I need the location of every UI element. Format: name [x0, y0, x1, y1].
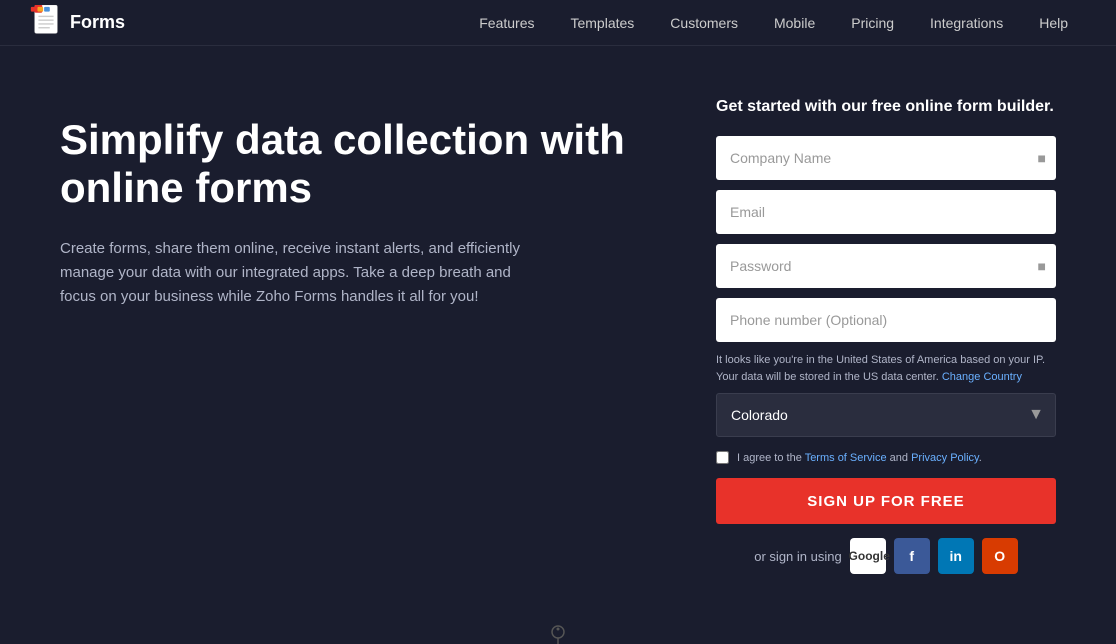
nav-item-mobile[interactable]: Mobile	[756, 0, 833, 46]
form-title: Get started with our free online form bu…	[716, 96, 1056, 118]
nav-item-features[interactable]: Features	[461, 0, 552, 46]
company-icon: ■	[1038, 150, 1046, 166]
email-input[interactable]	[716, 190, 1056, 234]
nav-links: Features Templates Customers Mobile Pric…	[461, 0, 1086, 46]
nav-link-mobile[interactable]: Mobile	[756, 0, 833, 46]
nav-link-customers[interactable]: Customers	[652, 0, 756, 46]
signup-form: Get started with our free online form bu…	[716, 96, 1056, 574]
terms-of-service-link[interactable]: Terms of Service	[805, 452, 887, 464]
facebook-icon: f	[909, 548, 914, 564]
linkedin-icon: in	[949, 548, 961, 564]
google-signin-button[interactable]: Google	[850, 538, 886, 574]
bottom-decor	[0, 614, 1116, 644]
linkedin-signin-button[interactable]: in	[938, 538, 974, 574]
company-name-group: ■	[716, 136, 1056, 180]
social-signin-label: or sign in using	[754, 549, 841, 564]
office-signin-button[interactable]: O	[982, 538, 1018, 574]
nav-link-templates[interactable]: Templates	[552, 0, 652, 46]
company-name-input[interactable]	[716, 136, 1056, 180]
hero-title: Simplify data collection with online for…	[60, 116, 676, 213]
terms-checkbox[interactable]	[716, 451, 729, 464]
phone-group	[716, 298, 1056, 342]
terms-row: I agree to the Terms of Service and Priv…	[716, 451, 1056, 464]
nav-item-customers[interactable]: Customers	[652, 0, 756, 46]
google-label: Google	[849, 549, 890, 563]
change-country-link[interactable]: Change Country	[942, 371, 1022, 383]
location-info-line1: It looks like you're in the United State…	[716, 354, 1045, 366]
location-info: It looks like you're in the United State…	[716, 352, 1056, 385]
location-info-line2: Your data will be stored in the US data …	[716, 371, 939, 383]
nav-item-integrations[interactable]: Integrations	[912, 0, 1021, 46]
password-group: ■	[716, 244, 1056, 288]
nav-link-integrations[interactable]: Integrations	[912, 0, 1021, 46]
privacy-policy-link[interactable]: Privacy Policy	[911, 452, 979, 464]
nav-link-features[interactable]: Features	[461, 0, 552, 46]
hero-description: Create forms, share them online, receive…	[60, 237, 540, 309]
state-select-wrapper: Colorado Alabama Alaska Arizona Californ…	[716, 393, 1056, 437]
phone-input[interactable]	[716, 298, 1056, 342]
terms-text: I agree to the Terms of Service and Priv…	[737, 452, 982, 464]
bottom-scroll-icon	[538, 624, 578, 644]
navbar: Forms Features Templates Customers Mobil…	[0, 0, 1116, 46]
main-content: Simplify data collection with online for…	[0, 46, 1116, 614]
email-group	[716, 190, 1056, 234]
brand-name: Forms	[70, 12, 125, 33]
brand: Forms	[30, 5, 125, 41]
nav-item-templates[interactable]: Templates	[552, 0, 652, 46]
nav-link-pricing[interactable]: Pricing	[833, 0, 912, 46]
left-section: Simplify data collection with online for…	[60, 96, 676, 574]
terms-after: .	[979, 452, 982, 464]
password-icon: ■	[1038, 258, 1046, 274]
brand-icon	[30, 5, 62, 41]
office-icon: O	[994, 548, 1005, 564]
facebook-signin-button[interactable]: f	[894, 538, 930, 574]
nav-item-pricing[interactable]: Pricing	[833, 0, 912, 46]
nav-link-help[interactable]: Help	[1021, 0, 1086, 46]
terms-before: I agree to the	[737, 452, 805, 464]
social-signin: or sign in using Google f in O	[716, 538, 1056, 574]
terms-and: and	[887, 452, 911, 464]
password-input[interactable]	[716, 244, 1056, 288]
signup-button[interactable]: SIGN UP FOR FREE	[716, 478, 1056, 524]
state-select[interactable]: Colorado Alabama Alaska Arizona Californ…	[716, 393, 1056, 437]
nav-item-help[interactable]: Help	[1021, 0, 1086, 46]
